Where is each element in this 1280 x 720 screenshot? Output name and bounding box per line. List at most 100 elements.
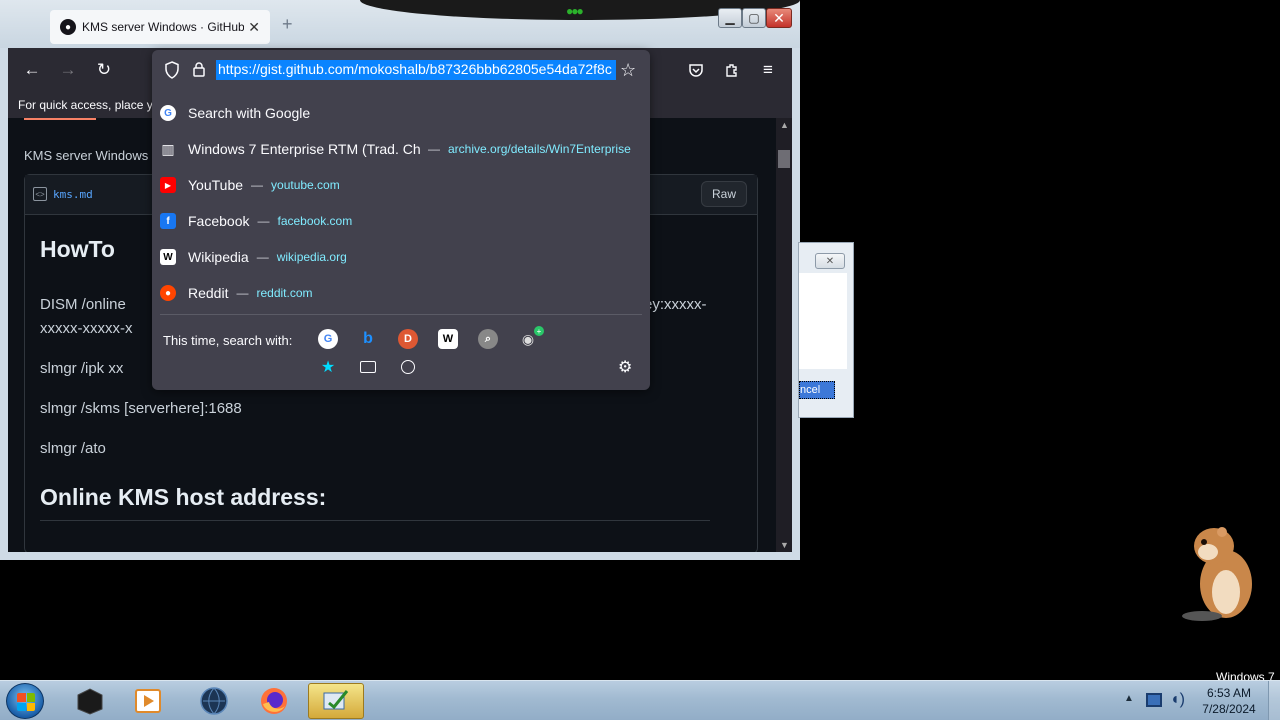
wikipedia-engine-icon[interactable]: W [438, 329, 458, 349]
maximize-button[interactable]: ▢ [742, 8, 766, 28]
green-indicator-icon: ●●● [566, 4, 584, 18]
wikipedia-icon: W [160, 249, 176, 265]
reload-icon[interactable]: ↻ [92, 58, 116, 82]
suggestion-url: archive.org/details/Win7Enterprise [448, 142, 631, 156]
bing-engine-icon[interactable]: b [358, 329, 378, 349]
suggestion-dash: — [251, 178, 264, 192]
search-settings-gear-icon[interactable]: ⚙ [618, 357, 632, 377]
scroll-thumb[interactable] [778, 150, 790, 168]
network-monitor-icon[interactable] [1146, 693, 1162, 707]
file-name-link[interactable]: kms.md [53, 188, 93, 201]
suggestion-label: Reddit [188, 285, 229, 301]
suggestion-url: youtube.com [271, 178, 340, 192]
scroll-down-arrow-icon[interactable]: ▼ [780, 540, 789, 550]
taskbar-media-player[interactable] [120, 683, 176, 719]
suggestion-facebook[interactable]: f Facebook — facebook.com [160, 204, 642, 238]
suggestion-dash: — [256, 250, 269, 264]
suggestion-youtube[interactable]: ▶ YouTube — youtube.com [160, 168, 642, 202]
forward-arrow-icon[interactable]: → [56, 58, 80, 82]
suggestion-url: facebook.com [277, 214, 353, 228]
suggestion-wikipedia[interactable]: W Wikipedia — wikipedia.org [160, 240, 642, 274]
bookmark-star-icon[interactable]: ☆ [620, 60, 636, 81]
extensions-icon[interactable] [720, 58, 744, 82]
suggestion-dash: — [257, 214, 270, 228]
menu-icon[interactable]: ≡ [756, 58, 780, 82]
pocket-icon[interactable] [684, 58, 708, 82]
media-player-icon [135, 689, 161, 713]
skms-line: slmgr /skms [serverhere]:1688 [40, 400, 242, 417]
suggestion-label: Facebook [188, 213, 250, 229]
suggestion-label: Windows 7 Enterprise RTM (Trad. Chi [188, 141, 420, 157]
reddit-icon: ● [160, 285, 176, 301]
dialog-cancel-button[interactable]: ncel [799, 381, 835, 399]
activation-tool-icon [323, 690, 349, 710]
minimize-button[interactable]: ▁ [718, 8, 742, 28]
facebook-icon: f [160, 213, 176, 229]
tab-title: KMS server Windows · GitHub [82, 20, 245, 34]
tray-expand-arrow-icon[interactable]: ▲ [1124, 693, 1134, 704]
gist-title: KMS server Windows [24, 148, 149, 163]
browser-tab[interactable]: ● KMS server Windows · GitHub ✕ [50, 10, 270, 44]
background-dialog: ✕ ncel [798, 242, 854, 418]
ato-line: slmgr /ato [40, 440, 106, 457]
lock-icon[interactable] [192, 61, 206, 77]
page-scrollbar[interactable]: ▲ ▼ [776, 118, 792, 552]
clock-time: 6:53 AM [1206, 686, 1252, 700]
active-tab-underline [24, 118, 96, 120]
bookmarks-mode-star-icon[interactable]: ★ [318, 357, 338, 377]
shield-icon[interactable] [164, 61, 180, 79]
ipk-line: slmgr /ipk xx [40, 360, 124, 377]
taskbar-firefox[interactable] [246, 683, 302, 719]
back-arrow-icon[interactable]: ← [20, 58, 44, 82]
suggestion-dash: — [236, 286, 249, 300]
archive-icon: ▥ [161, 140, 175, 157]
windows-logo-icon [17, 693, 35, 711]
history-mode-clock-icon[interactable] [398, 357, 418, 377]
google-engine-icon[interactable]: G [318, 329, 338, 349]
suggestion-dash: — [428, 142, 440, 156]
divider [40, 520, 710, 521]
dialog-body [799, 273, 847, 369]
taskbar-activator-app[interactable] [308, 683, 364, 719]
dism-line: DISM /online [40, 296, 126, 313]
search-with-label: This time, search with: [163, 333, 293, 348]
taskbar-globe-app[interactable] [186, 683, 242, 719]
suggestion-label: Search with Google [188, 105, 311, 121]
firefox-icon [261, 688, 287, 714]
clock-date: 7/28/2024 [1202, 702, 1256, 716]
duckduckgo-engine-icon[interactable]: D [398, 329, 418, 349]
heading-howto: HowTo [40, 236, 115, 262]
url-input[interactable]: https://gist.github.com/mokoshalb/b87326… [216, 60, 616, 80]
close-window-button[interactable]: ✕ [766, 8, 792, 28]
show-desktop-button[interactable] [1268, 681, 1280, 720]
taskbar-terminal-app[interactable] [62, 683, 118, 719]
suggestion-archive[interactable]: ▥ Windows 7 Enterprise RTM (Trad. Chi — … [160, 132, 642, 166]
new-tab-button[interactable]: + [282, 14, 293, 35]
google-search-icon: G [160, 105, 176, 121]
heading-online-kms: Online KMS host address: [40, 484, 327, 510]
urlbar-dropdown: https://gist.github.com/mokoshalb/b87326… [152, 50, 650, 390]
suggestion-search-google[interactable]: G Search with Google [160, 96, 642, 130]
address-bar[interactable]: https://gist.github.com/mokoshalb/b87326… [152, 50, 650, 90]
panel-divider [160, 314, 642, 315]
tabs-mode-icon[interactable] [358, 357, 378, 377]
scroll-up-arrow-icon[interactable]: ▲ [780, 120, 789, 130]
system-clock[interactable]: 6:53 AM 7/28/2024 [1196, 685, 1262, 717]
youtube-icon: ▶ [160, 177, 176, 193]
taskbar: ▲ ◖) 6:53 AM 7/28/2024 [0, 680, 1280, 720]
tab-close-icon[interactable]: ✕ [248, 19, 260, 36]
suggestion-reddit[interactable]: ● Reddit — reddit.com [160, 276, 642, 310]
dialog-close-button[interactable]: ✕ [815, 253, 845, 269]
volume-icon[interactable]: ◖) [1170, 691, 1185, 709]
dark-globe-icon [200, 687, 228, 715]
desktop: ●●● ▁ ▢ ✕ ● KMS server Windows · GitHub … [0, 0, 1280, 720]
hamster-mascot-icon[interactable] [1182, 518, 1262, 622]
add-engine-badge-icon: + [534, 326, 544, 336]
search-engine-icon[interactable]: ⌕ [478, 329, 498, 349]
dism-line-2: xxxxx-xxxxx-x [40, 320, 133, 337]
raw-button[interactable]: Raw [700, 181, 747, 207]
suggestion-url: reddit.com [256, 286, 313, 300]
code-file-icon: <> [33, 187, 47, 201]
start-button[interactable] [6, 683, 44, 719]
suggestion-url: wikipedia.org [276, 250, 347, 264]
